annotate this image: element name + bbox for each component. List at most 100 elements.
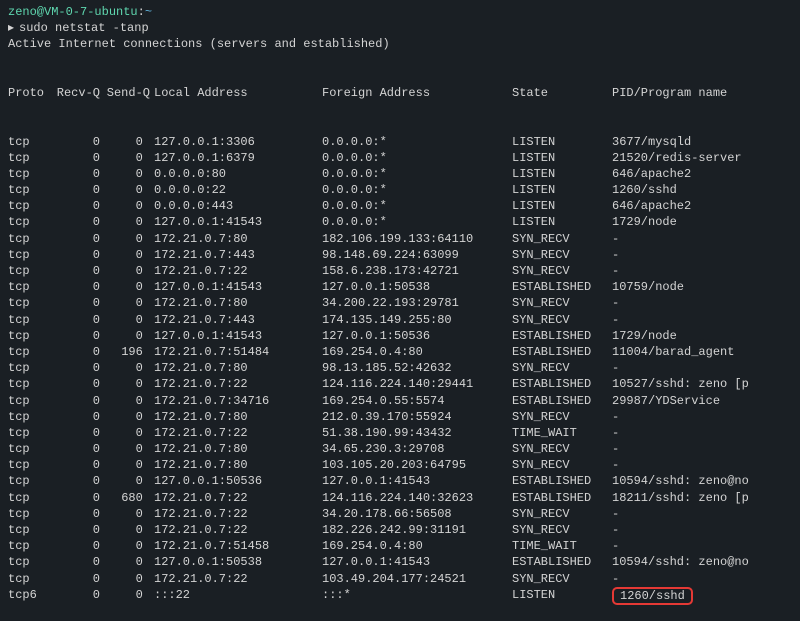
cell-recvq: 0 <box>52 344 104 360</box>
cell-proto: tcp <box>8 457 52 473</box>
cell-proto: tcp <box>8 214 52 230</box>
cell-state: LISTEN <box>512 134 612 150</box>
prompt-symbol: ▸ <box>8 21 14 35</box>
cell-proto: tcp <box>8 279 52 295</box>
cell-state: ESTABLISHED <box>512 490 612 506</box>
table-header-row: Proto Recv-Q Send-Q Local Address Foreig… <box>8 85 792 101</box>
cell-proto: tcp <box>8 571 52 587</box>
table-row: tcp00 0.0.0.0:800.0.0.0:*LISTEN646/apach… <box>8 166 792 182</box>
cell-local: 127.0.0.1:41543 <box>154 328 322 344</box>
cell-sendq: 0 <box>104 263 154 279</box>
cell-sendq: 0 <box>104 360 154 376</box>
cell-pid: - <box>612 231 619 247</box>
cell-pid: - <box>612 312 619 328</box>
cell-pid: - <box>612 457 619 473</box>
cell-local: 172.21.0.7:22 <box>154 571 322 587</box>
cell-proto: tcp <box>8 344 52 360</box>
cell-recvq: 0 <box>52 441 104 457</box>
cell-foreign: 98.148.69.224:63099 <box>322 247 512 263</box>
cell-pid: - <box>612 295 619 311</box>
cell-sendq: 0 <box>104 214 154 230</box>
cell-state: TIME_WAIT <box>512 425 612 441</box>
cell-recvq: 0 <box>52 457 104 473</box>
cell-state: ESTABLISHED <box>512 473 612 489</box>
cell-state: SYN_RECV <box>512 441 612 457</box>
table-row: tcp00 172.21.0.7:2234.20.178.66:56508SYN… <box>8 506 792 522</box>
cell-foreign: 34.200.22.193:29781 <box>322 295 512 311</box>
cell-pid: 646/apache2 <box>612 166 691 182</box>
cell-foreign: 169.254.0.4:80 <box>322 538 512 554</box>
cell-proto: tcp <box>8 506 52 522</box>
cell-proto: tcp <box>8 166 52 182</box>
table-row: tcp00 127.0.0.1:50538127.0.0.1:41543ESTA… <box>8 554 792 570</box>
cell-local: 172.21.0.7:34716 <box>154 393 322 409</box>
table-row: tcp00 172.21.0.7:44398.148.69.224:63099S… <box>8 247 792 263</box>
table-row: tcp00 172.21.0.7:8034.65.230.3:29708SYN_… <box>8 441 792 457</box>
cell-local: 172.21.0.7:80 <box>154 231 322 247</box>
table-row: tcp00 172.21.0.7:34716169.254.0.55:5574E… <box>8 393 792 409</box>
cell-local: 0.0.0.0:443 <box>154 198 322 214</box>
table-row: tcp00 127.0.0.1:41543127.0.0.1:50538ESTA… <box>8 279 792 295</box>
cell-sendq: 0 <box>104 506 154 522</box>
cell-foreign: 127.0.0.1:41543 <box>322 554 512 570</box>
cell-state: ESTABLISHED <box>512 376 612 392</box>
cell-local: 172.21.0.7:80 <box>154 409 322 425</box>
cell-sendq: 0 <box>104 150 154 166</box>
cell-sendq: 0 <box>104 425 154 441</box>
cell-state: LISTEN <box>512 198 612 214</box>
cell-recvq: 0 <box>52 150 104 166</box>
cell-foreign: 0.0.0.0:* <box>322 182 512 198</box>
cell-local: 0.0.0.0:22 <box>154 182 322 198</box>
cell-local: 127.0.0.1:6379 <box>154 150 322 166</box>
cell-local: 127.0.0.1:41543 <box>154 279 322 295</box>
cell-state: ESTABLISHED <box>512 279 612 295</box>
cell-proto: tcp <box>8 182 52 198</box>
cell-state: SYN_RECV <box>512 312 612 328</box>
cell-proto: tcp <box>8 150 52 166</box>
cell-sendq: 0 <box>104 247 154 263</box>
cell-state: ESTABLISHED <box>512 344 612 360</box>
cell-foreign: 169.254.0.4:80 <box>322 344 512 360</box>
cell-pid: 1729/node <box>612 214 677 230</box>
table-row: tcp00 127.0.0.1:41543127.0.0.1:50536ESTA… <box>8 328 792 344</box>
cell-local: 0.0.0.0:80 <box>154 166 322 182</box>
cell-sendq: 0 <box>104 393 154 409</box>
cell-state: ESTABLISHED <box>512 328 612 344</box>
table-row: tcp00 127.0.0.1:63790.0.0.0:*LISTEN21520… <box>8 150 792 166</box>
cell-pid: - <box>612 506 619 522</box>
cell-state: SYN_RECV <box>512 360 612 376</box>
cell-pid: 10594/sshd: zeno@no <box>612 554 749 570</box>
table-row: tcp00 172.21.0.7:22182.226.242.99:31191S… <box>8 522 792 538</box>
cell-proto: tcp <box>8 393 52 409</box>
cell-foreign: 103.105.20.203:64795 <box>322 457 512 473</box>
cell-foreign: 169.254.0.55:5574 <box>322 393 512 409</box>
table-row: tcp00 172.21.0.7:80212.0.39.170:55924SYN… <box>8 409 792 425</box>
cell-pid: - <box>612 441 619 457</box>
cell-foreign: 34.65.230.3:29708 <box>322 441 512 457</box>
cell-recvq: 0 <box>52 409 104 425</box>
cell-recvq: 0 <box>52 506 104 522</box>
table-row: tcp00 127.0.0.1:415430.0.0.0:*LISTEN1729… <box>8 214 792 230</box>
cell-recvq: 0 <box>52 134 104 150</box>
cell-state: ESTABLISHED <box>512 554 612 570</box>
table-row: tcp600 :::22:::*LISTEN1260/sshd <box>8 587 792 605</box>
cell-proto: tcp <box>8 134 52 150</box>
cell-local: 172.21.0.7:22 <box>154 506 322 522</box>
table-row: tcp00 172.21.0.7:51458169.254.0.4:80TIME… <box>8 538 792 554</box>
header-recvq: Recv-Q <box>52 85 104 101</box>
cell-pid: 10594/sshd: zeno@no <box>612 473 749 489</box>
cell-foreign: 127.0.0.1:41543 <box>322 473 512 489</box>
command-text[interactable]: sudo netstat -tanp <box>19 21 149 35</box>
cell-foreign: 174.135.149.255:80 <box>322 312 512 328</box>
table-row: tcp00 172.21.0.7:8098.13.185.52:42632SYN… <box>8 360 792 376</box>
cell-local: 172.21.0.7:22 <box>154 490 322 506</box>
header-sendq: Send-Q <box>104 85 154 101</box>
header-state: State <box>512 85 612 101</box>
cell-sendq: 0 <box>104 554 154 570</box>
table-row: tcp00 172.21.0.7:443174.135.149.255:80SY… <box>8 312 792 328</box>
cell-recvq: 0 <box>52 376 104 392</box>
cell-state: LISTEN <box>512 587 612 605</box>
cell-state: SYN_RECV <box>512 247 612 263</box>
cell-recvq: 0 <box>52 538 104 554</box>
cell-recvq: 0 <box>52 198 104 214</box>
